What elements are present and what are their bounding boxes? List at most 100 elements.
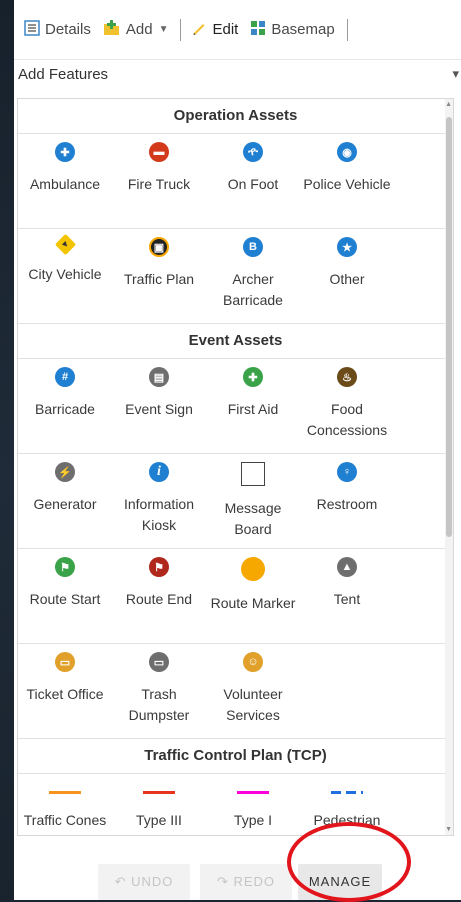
police-car-icon: ◉ xyxy=(337,142,357,162)
details-icon xyxy=(24,19,40,40)
tcp-grid: Traffic Cones Type III Barricades Type I… xyxy=(18,774,453,835)
template-route-start[interactable]: ⚑ Route Start xyxy=(18,549,112,643)
star-badge-icon: ★ xyxy=(337,237,357,257)
restroom-icon: ♀ xyxy=(337,462,357,482)
add-button[interactable]: Add ▼ xyxy=(103,19,169,40)
information-icon: i xyxy=(149,462,169,482)
edit-label: Edit xyxy=(212,21,239,38)
template-volunteer-services[interactable]: ☺ Volunteer Services xyxy=(206,644,300,738)
route-end-flag-icon: ⚑ xyxy=(149,557,169,577)
template-on-foot[interactable]: ዯ On Foot xyxy=(206,134,300,228)
template-barricade[interactable]: # Barricade xyxy=(18,359,112,453)
template-event-sign[interactable]: ▤ Event Sign xyxy=(112,359,206,453)
pencil-icon xyxy=(191,20,207,40)
edit-button[interactable]: Edit xyxy=(191,20,238,40)
scroll-down-icon[interactable]: ▼ xyxy=(445,826,452,833)
feature-template-list[interactable]: ▲ ▼ Operation Assets ✚ Ambulance ▬ Fire Tr… xyxy=(17,98,454,836)
template-label: Volunteer Services xyxy=(223,686,283,723)
template-type-iii-barricades[interactable]: Type III Barricades xyxy=(112,774,206,835)
template-traffic-plan[interactable]: ▣ Traffic Plan xyxy=(112,229,206,323)
volunteer-icon: ☺ xyxy=(243,652,263,672)
template-label: City Vehicle xyxy=(28,266,102,282)
template-label: Route Marker xyxy=(210,595,296,611)
group-header-traffic-control-plan: Traffic Control Plan (TCP) xyxy=(18,739,453,774)
template-label: Event Sign xyxy=(125,401,193,417)
type-i-barricades-line-icon xyxy=(237,791,269,794)
undo-label: UNDO xyxy=(131,874,174,889)
template-archer-barricade[interactable]: B Archer Barricade xyxy=(206,229,300,323)
walking-person-icon: ዯ xyxy=(243,142,263,162)
group-header-event-assets: Event Assets xyxy=(18,324,453,359)
event-assets-grid-row-3: ⚑ Route Start ⚑ Route End Route Marker ▲ Te… xyxy=(18,549,453,644)
redo-label: REDO xyxy=(233,874,276,889)
food-icon: ♨ xyxy=(337,367,357,387)
toolbar: Details Add ▼ Edit Basemap xyxy=(14,0,461,60)
template-ticket-office[interactable]: ▭ Ticket Office xyxy=(18,644,112,738)
template-route-end[interactable]: ⚑ Route End xyxy=(112,549,206,643)
template-label: Traffic Cones xyxy=(23,812,107,828)
route-marker-icon xyxy=(241,557,265,581)
template-label: Ambulance xyxy=(29,176,101,192)
ambulance-icon: ✚ xyxy=(55,142,75,162)
traffic-plan-icon: ▣ xyxy=(149,237,169,257)
collapse-icon[interactable]: ▾ xyxy=(452,66,459,82)
toolbar-divider xyxy=(180,18,182,41)
add-folder-icon xyxy=(103,19,121,40)
type-iii-barricades-line-icon xyxy=(143,791,175,794)
template-trash-dumpster[interactable]: ▭ Trash Dumpster xyxy=(112,644,206,738)
template-message-board[interactable]: Message Board xyxy=(206,454,300,548)
trash-dumpster-icon: ▭ xyxy=(149,652,169,672)
template-label: Information Kiosk xyxy=(123,496,195,533)
template-label: Route End xyxy=(125,591,193,607)
toolbar-divider xyxy=(346,18,348,41)
redo-icon: ↷ xyxy=(216,874,229,889)
template-type-i-barricades[interactable]: Type I Barricades xyxy=(206,774,300,835)
city-vehicle-icon: ▸ xyxy=(54,233,76,256)
group-header-operation-assets: Operation Assets xyxy=(18,99,453,134)
basemap-label: Basemap xyxy=(271,21,335,38)
chevron-down-icon: ▼ xyxy=(158,24,169,35)
template-label: Food Concessions xyxy=(306,401,388,438)
event-sign-icon: ▤ xyxy=(149,367,169,387)
template-label: On Foot xyxy=(227,176,279,192)
details-label: Details xyxy=(45,21,91,38)
template-label: Restroom xyxy=(316,496,378,512)
template-label: Traffic Plan xyxy=(123,271,195,287)
editor-panel: Details Add ▼ Edit Basemap Add Features … xyxy=(14,0,461,900)
template-label: Generator xyxy=(33,496,97,512)
template-label: Tent xyxy=(333,591,361,607)
undo-button[interactable]: ↶ UNDO xyxy=(98,864,190,900)
redo-button[interactable]: ↷ REDO xyxy=(200,864,292,900)
template-first-aid[interactable]: ✚ First Aid xyxy=(206,359,300,453)
template-label: Route Start xyxy=(29,591,101,607)
template-food-concessions[interactable]: ♨ Food Concessions xyxy=(300,359,394,453)
message-board-icon xyxy=(241,462,265,486)
undo-icon: ↶ xyxy=(114,874,127,889)
template-traffic-cones[interactable]: Traffic Cones xyxy=(18,774,112,835)
template-ambulance[interactable]: ✚ Ambulance xyxy=(18,134,112,228)
template-information-kiosk[interactable]: i Information Kiosk xyxy=(112,454,206,548)
template-restroom[interactable]: ♀ Restroom xyxy=(300,454,394,548)
template-label: Message Board xyxy=(224,500,282,537)
event-assets-grid-row-1: # Barricade ▤ Event Sign ✚ First Aid ♨ Food … xyxy=(18,359,453,454)
basemap-button[interactable]: Basemap xyxy=(250,20,335,40)
template-route-marker[interactable]: Route Marker xyxy=(206,549,300,643)
scrollbar[interactable]: ▲ ▼ xyxy=(445,99,453,835)
template-label: Other xyxy=(329,271,365,287)
details-button[interactable]: Details xyxy=(24,19,91,40)
template-city-vehicle[interactable]: ▸ City Vehicle xyxy=(18,229,112,323)
template-other[interactable]: ★ Other xyxy=(300,229,394,323)
template-tent[interactable]: ▲ Tent xyxy=(300,549,394,643)
scroll-thumb[interactable] xyxy=(446,117,452,537)
add-features-title: Add Features xyxy=(18,66,109,83)
operation-assets-grid: ✚ Ambulance ▬ Fire Truck ዯ On Foot ◉ Police … xyxy=(18,134,453,229)
template-label: First Aid xyxy=(227,401,279,417)
template-police-vehicle[interactable]: ◉ Police Vehicle xyxy=(300,134,394,228)
template-fire-truck[interactable]: ▬ Fire Truck xyxy=(112,134,206,228)
fire-truck-icon: ▬ xyxy=(149,142,169,162)
template-label: Type I Barricades xyxy=(220,812,287,835)
traffic-cones-line-icon xyxy=(49,791,81,794)
template-generator[interactable]: ⚡ Generator xyxy=(18,454,112,548)
scroll-up-icon[interactable]: ▲ xyxy=(445,101,452,108)
operation-assets-grid-row-2: ▸ City Vehicle ▣ Traffic Plan B Archer Barr… xyxy=(18,229,453,324)
